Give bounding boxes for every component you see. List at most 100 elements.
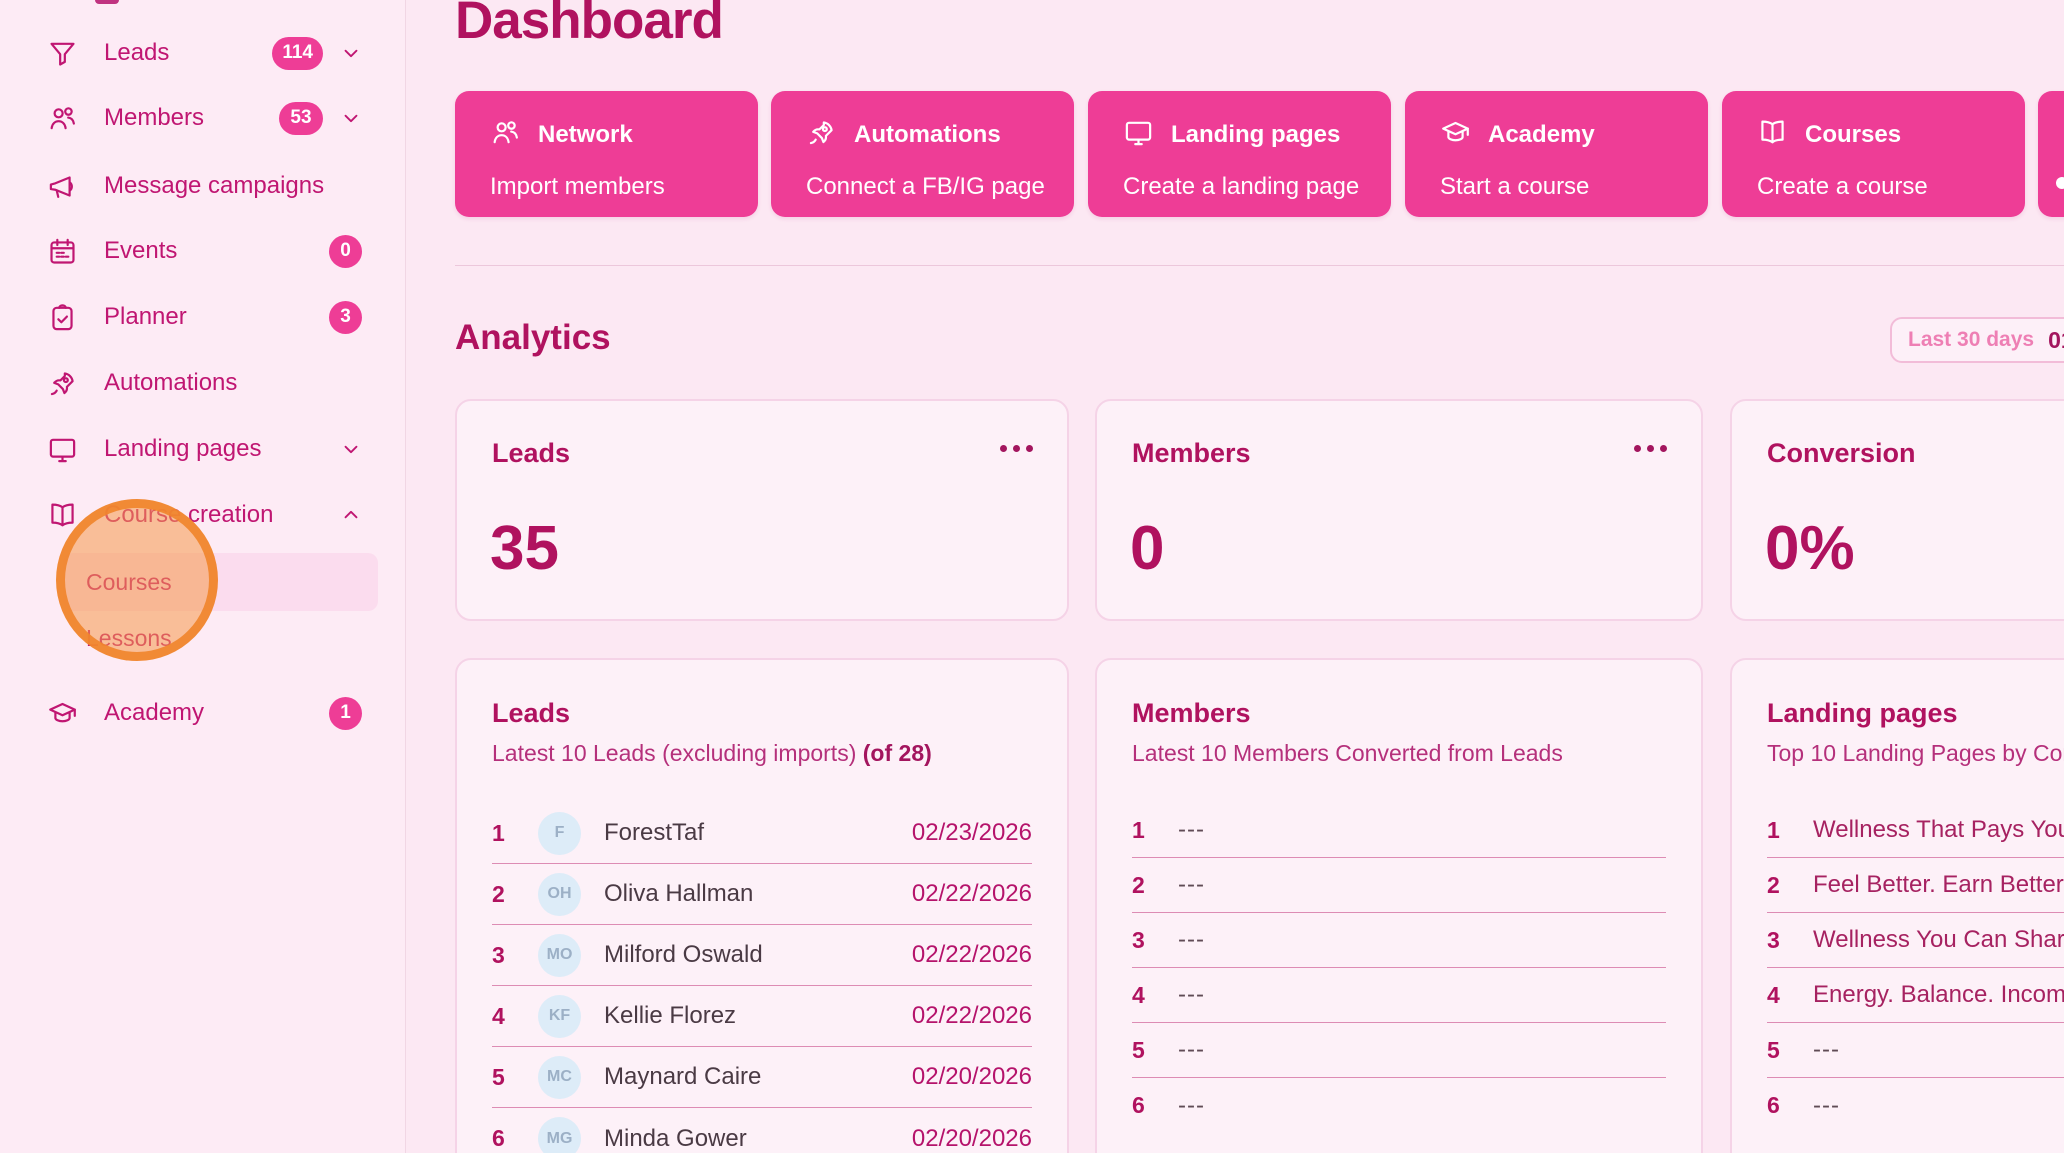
table-row[interactable]: 5 MC Maynard Caire 02/20/2026 [492,1047,1032,1108]
chevron-down-icon[interactable] [340,42,362,64]
sidebar-item-label: Events [104,237,177,265]
quick-action-subtitle: Create a landing page [1123,173,1371,201]
chevron-down-icon[interactable] [340,438,362,460]
list-subtitle: Latest 10 Leads (excluding imports) (of … [492,740,932,767]
date-range-filter[interactable]: Last 30 days 01/2 [1890,317,2064,363]
list-subtitle: Latest 10 Members Converted from Leads [1132,740,1563,767]
sidebar-subitem-lessons[interactable]: Lessons [0,610,406,667]
quick-action-title: Courses [1805,121,1901,149]
ellipsis-menu-icon[interactable] [1000,445,1033,452]
chevron-up-icon[interactable] [340,504,362,526]
sidebar-item-automations[interactable]: Automations [0,354,406,412]
list-title: Landing pages [1767,698,1958,729]
table-row[interactable]: 2 Feel Better. Earn Better. [1767,858,2064,913]
date-range-value: 01/2 [2048,327,2064,354]
table-row: 5 --- [1767,1023,2064,1078]
stat-title: Leads [492,438,570,469]
sidebar-item-leads[interactable]: Leads 114 [0,24,406,82]
page-title: Dashboard [455,0,723,51]
sidebar-item-academy[interactable]: Academy 1 [0,684,406,742]
avatar: MG [538,1117,581,1153]
people-icon [47,103,78,134]
people-icon [490,117,521,153]
sidebar-item-label: Leads [104,39,169,67]
date-range-label: Last 30 days [1908,328,2034,352]
sidebar-subitem-courses[interactable]: Courses [0,554,406,611]
sidebar-item-message-campaigns[interactable]: Message campaigns [0,157,406,215]
table-row[interactable]: 6 MG Minda Gower 02/20/2026 [492,1108,1032,1153]
sidebar-item-events[interactable]: Events 0 [0,222,406,280]
list-title: Leads [492,698,570,729]
sidebar-item-label: Course creation [104,501,273,529]
stat-value: 0 [1130,513,1164,584]
clipboard-check-icon [47,302,78,333]
stat-title: Conversion [1767,438,1916,469]
quick-action-automations[interactable]: Automations Connect a FB/IG page [771,91,1074,217]
table-row: 6 --- [1767,1078,2064,1133]
table-row: 5 --- [1132,1023,1666,1078]
table-row[interactable]: 1 F ForestTaf 02/23/2026 [492,803,1032,864]
sidebar-item-label: Academy [104,699,204,727]
table-row[interactable]: 2 OH Oliva Hallman 02/22/2026 [492,864,1032,925]
open-book-icon [47,500,78,531]
planner-count-badge: 3 [329,301,362,334]
sidebar-item-label: Automations [104,369,237,397]
sidebar-item-label: Message campaigns [104,172,324,200]
monitor-icon [1123,117,1154,153]
table-row[interactable]: 4 KF Kellie Florez 02/22/2026 [492,986,1032,1047]
stat-value: 0% [1765,513,1855,584]
quick-action-title: Landing pages [1171,121,1340,149]
quick-action-subtitle: Start a course [1440,173,1688,201]
list-subtitle: Top 10 Landing Pages by Convers [1767,740,2064,767]
quick-action-title: Academy [1488,121,1595,149]
stat-card-members: Members 0 [1095,399,1703,621]
stat-card-leads: Leads 35 [455,399,1069,621]
academy-count-badge: 1 [329,697,362,730]
table-row[interactable]: 1 Wellness That Pays You Back [1767,803,2064,858]
avatar: MO [538,934,581,977]
clipped-nav-item [95,0,119,4]
analytics-heading: Analytics [455,318,611,358]
sidebar-item-course-creation[interactable]: Course creation [0,486,406,544]
quick-action-network[interactable]: Network Import members [455,91,758,217]
avatar: KF [538,995,581,1038]
avatar: OH [538,873,581,916]
quick-action-subtitle: Create a course [1757,173,2005,201]
rocket-icon [806,117,837,153]
main-content: Dashboard Network Import members Automat… [407,0,2064,1153]
members-count-badge: 53 [279,102,323,135]
stat-value: 35 [490,513,559,584]
sidebar-item-landing-pages[interactable]: Landing pages [0,420,406,478]
quick-action-title: Automations [854,121,1001,149]
graduation-cap-icon [47,698,78,729]
graduation-cap-icon [1440,117,1471,153]
ellipsis-menu-icon[interactable] [1634,445,1667,452]
megaphone-icon [47,171,78,202]
stat-card-conversion: Conversion 0% [1730,399,2064,621]
quick-action-courses[interactable]: Courses Create a course [1722,91,2025,217]
sidebar-item-planner[interactable]: Planner 3 [0,288,406,346]
section-divider [455,265,2064,266]
events-count-badge: 0 [329,235,362,268]
table-row[interactable]: 3 MO Milford Oswald 02/22/2026 [492,925,1032,986]
table-row: 4 --- [1132,968,1666,1023]
calendar-icon [47,236,78,267]
open-book-icon [1757,117,1788,153]
sidebar-subitem-label: Courses [86,569,172,596]
table-row[interactable]: 4 Energy. Balance. Income. [1767,968,2064,1023]
quick-action-title: Network [538,121,633,149]
quick-action-subtitle: Connect a FB/IG page [806,173,1054,201]
sidebar-item-label: Planner [104,303,187,331]
sidebar-item-members[interactable]: Members 53 [0,89,406,147]
stat-title: Members [1132,438,1251,469]
funnel-icon [47,38,78,69]
avatar: MC [538,1056,581,1099]
quick-action-clipped[interactable] [2038,91,2064,217]
table-row: 6 --- [1132,1078,1666,1133]
quick-action-academy[interactable]: Academy Start a course [1405,91,1708,217]
quick-action-landing-pages[interactable]: Landing pages Create a landing page [1088,91,1391,217]
chevron-down-icon[interactable] [340,107,362,129]
clipped-icon [2056,177,2064,189]
table-row[interactable]: 3 Wellness You Can Share [1767,913,2064,968]
sidebar-item-label: Landing pages [104,435,261,463]
